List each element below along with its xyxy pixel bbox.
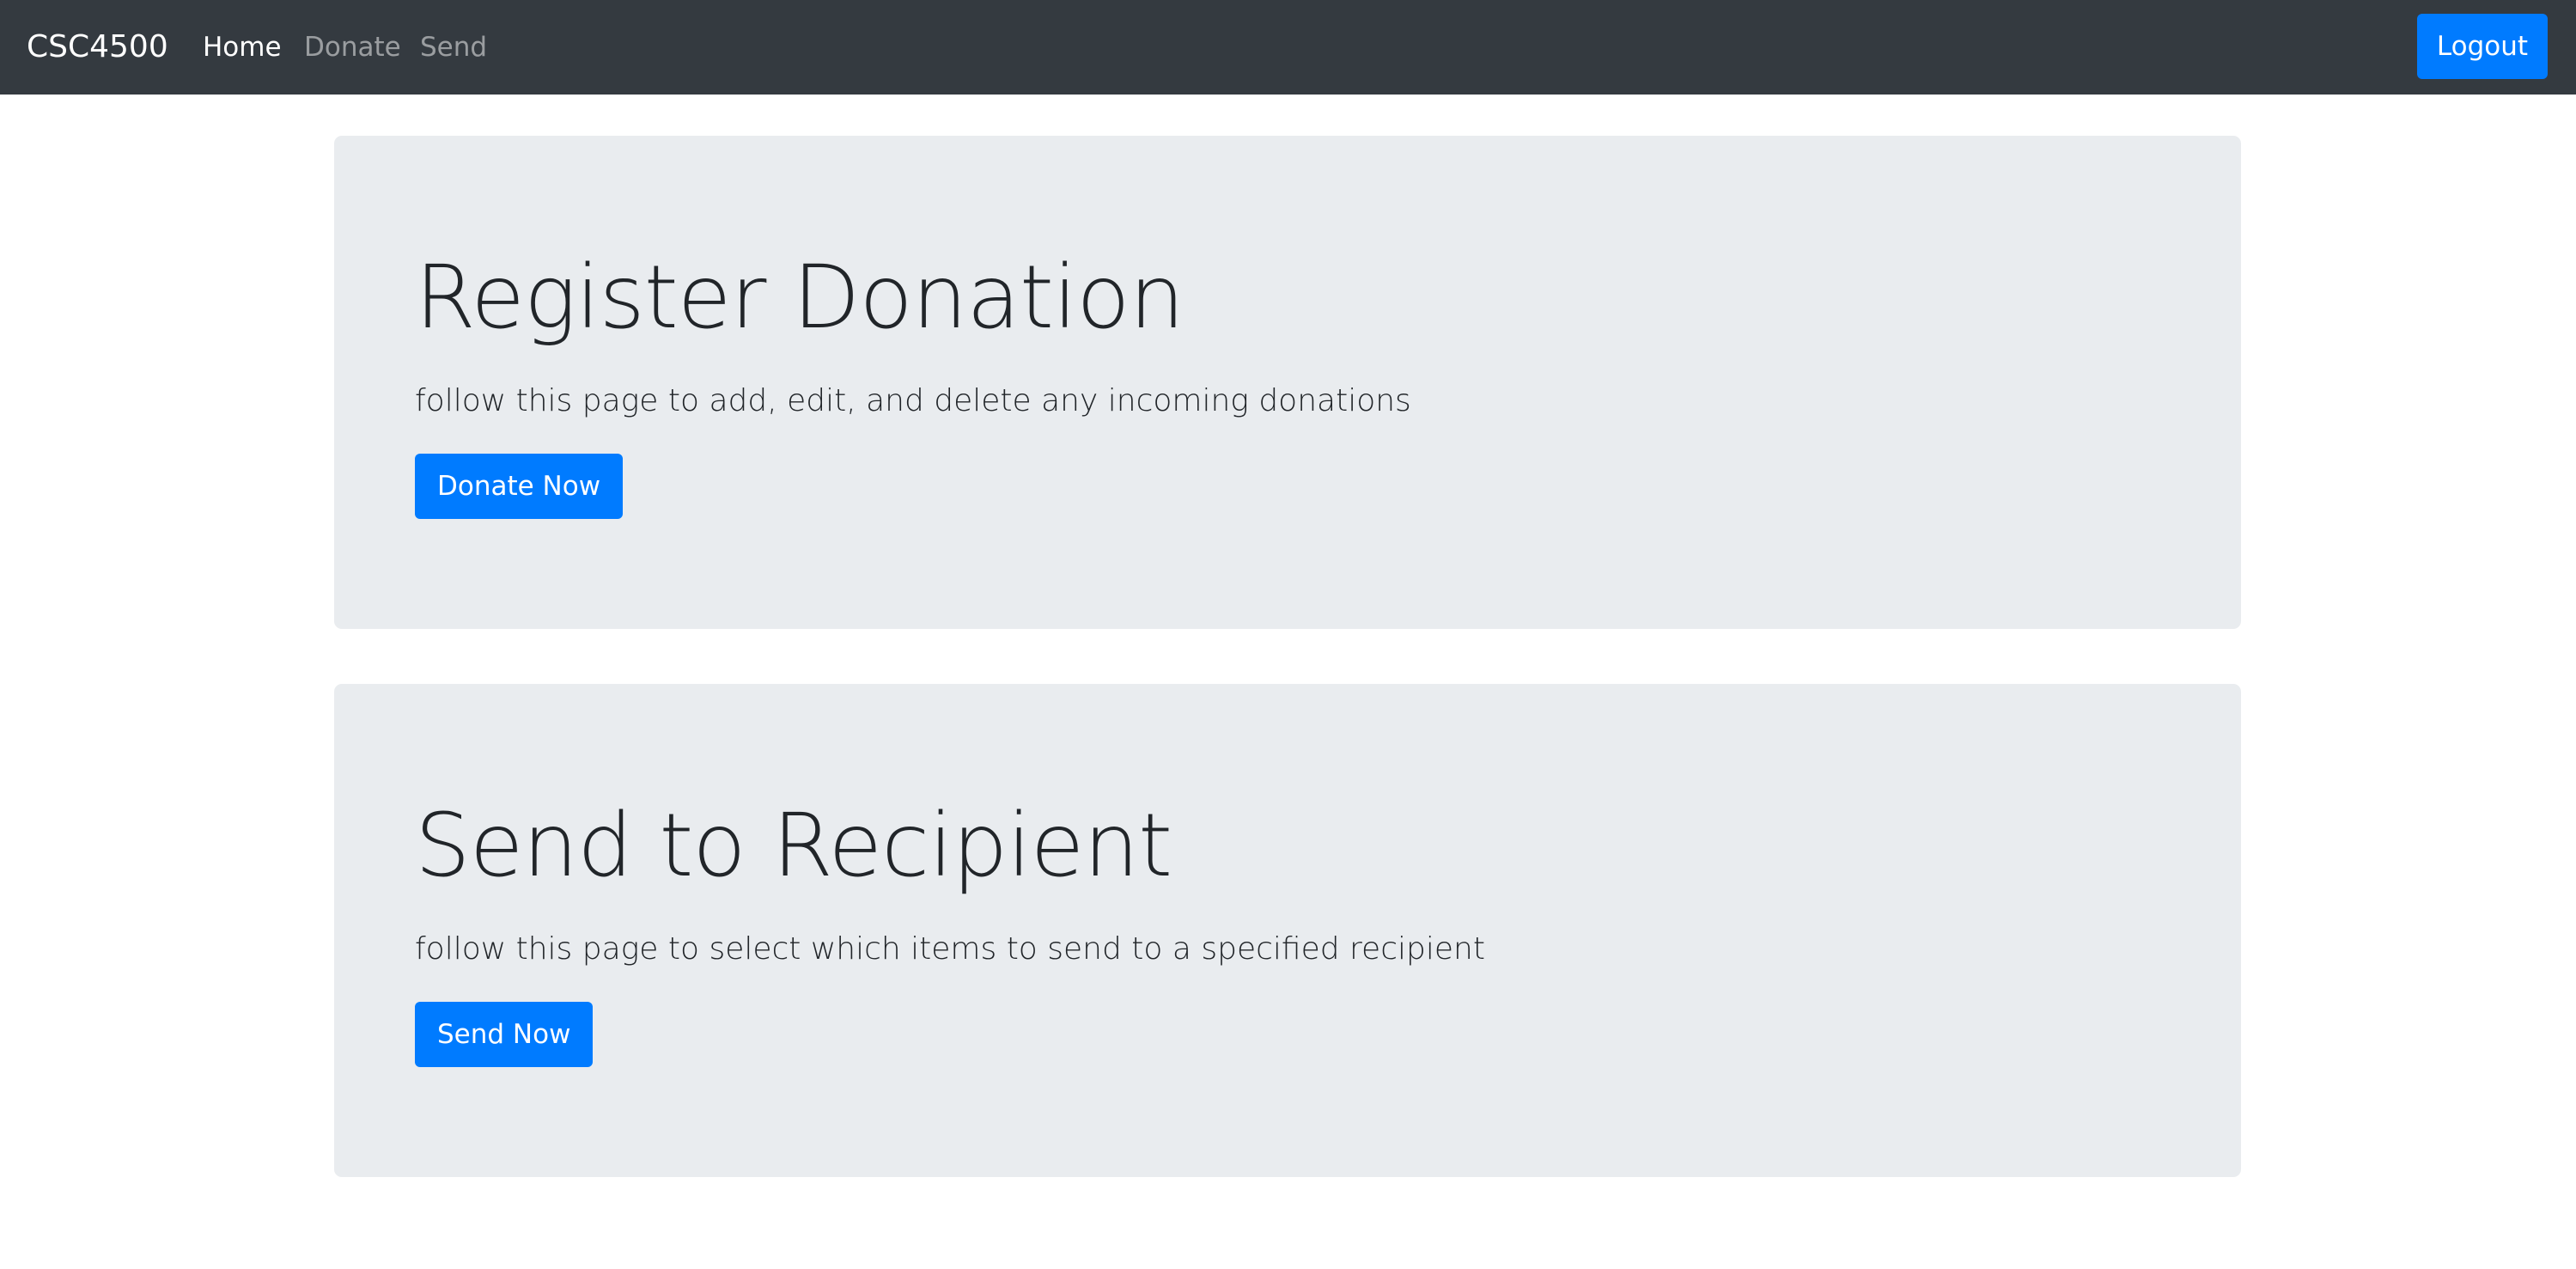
top-navbar: CSC4500 Home Donate Send Logout [0,0,2576,95]
nav-link-send[interactable]: Send [420,0,487,95]
brand-link[interactable]: CSC4500 [27,0,168,95]
send-to-recipient-lead: follow this page to select which items t… [415,931,1485,967]
logout-button[interactable]: Logout [2417,14,2548,79]
send-now-button[interactable]: Send Now [415,1002,594,1067]
nav-link-home[interactable]: Home [203,0,282,95]
register-donation-lead: follow this page to add, edit, and delet… [415,383,1411,418]
send-to-recipient-title: Send to Recipient [415,795,1172,897]
nav-link-donate[interactable]: Donate [304,0,401,95]
donate-now-button[interactable]: Donate Now [415,454,624,519]
register-donation-panel: Register Donation follow this page to ad… [334,136,2241,629]
send-to-recipient-panel: Send to Recipient follow this page to se… [334,684,2241,1177]
register-donation-title: Register Donation [415,247,1184,349]
